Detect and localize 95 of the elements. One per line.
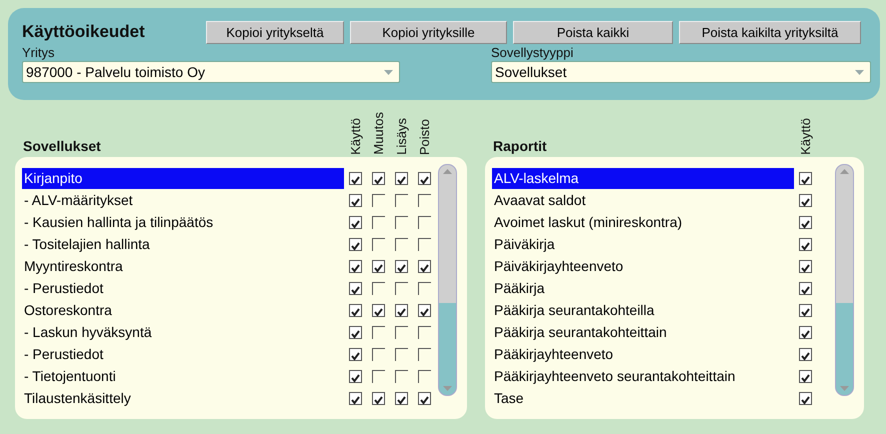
checkbox[interactable] (349, 216, 362, 228)
checkbox[interactable] (372, 282, 385, 294)
checkbox[interactable] (372, 326, 385, 338)
checkbox[interactable] (799, 194, 812, 206)
checkbox[interactable] (418, 392, 431, 404)
checkbox[interactable] (349, 348, 362, 360)
checkbox[interactable] (372, 304, 385, 316)
checkbox[interactable] (372, 370, 385, 382)
checkbox[interactable] (799, 172, 812, 184)
checkbox[interactable] (395, 216, 408, 228)
list-item[interactable]: - Laskun hyväksyntä (22, 322, 344, 342)
list-item[interactable]: - Kausien hallinta ja tilinpäätös (22, 212, 344, 232)
list-item[interactable]: Kirjanpito (22, 168, 344, 188)
checkbox[interactable] (372, 172, 385, 184)
checkbox[interactable] (349, 370, 362, 382)
checkbox[interactable] (418, 370, 431, 382)
list-item[interactable]: ALV-laskelma (492, 168, 794, 188)
checkbox[interactable] (395, 282, 408, 294)
checkbox[interactable] (395, 172, 408, 184)
checkbox[interactable] (799, 282, 812, 294)
checkbox[interactable] (395, 370, 408, 382)
checkbox[interactable] (799, 326, 812, 338)
caret-icon (384, 70, 393, 74)
column-header: Lisäys (394, 118, 409, 155)
list-item[interactable]: Tilaustenkäsittely (22, 388, 344, 408)
caret-icon (855, 70, 864, 74)
checkbox[interactable] (418, 282, 431, 294)
column-header: Käyttö (348, 118, 363, 155)
checkbox[interactable] (418, 172, 431, 184)
list-item[interactable]: Pääkirjayhteenveto seurantakohteittain (492, 366, 794, 386)
action-button[interactable]: Kopioi yrityksille (350, 20, 507, 44)
list-item[interactable]: Päiväkirja (492, 234, 794, 254)
checkbox[interactable] (349, 172, 362, 184)
section-title: Sovellukset (22, 138, 102, 155)
checkbox[interactable] (418, 348, 431, 360)
column-header: Muutos (371, 112, 386, 155)
checkbox[interactable] (372, 194, 385, 206)
window-title: Käyttöoikeudet (22, 22, 146, 42)
list-item[interactable]: Ostoreskontra (22, 300, 344, 320)
dropdown-field[interactable]: Sovellukset (491, 61, 871, 83)
checkbox[interactable] (799, 304, 812, 316)
list-item[interactable]: Päiväkirjayhteenveto (492, 256, 794, 276)
checkbox[interactable] (799, 392, 812, 404)
list-item[interactable]: Avaavat saldot (492, 190, 794, 210)
list-item[interactable]: Pääkirja seurantakohteilla (492, 300, 794, 320)
checkbox[interactable] (372, 238, 385, 250)
field-label: Sovellystyyppi (491, 45, 574, 61)
field-label: Yritys (22, 45, 56, 61)
checkbox[interactable] (349, 326, 362, 338)
list-item[interactable]: Pääkirjayhteenveto (492, 344, 794, 364)
checkbox[interactable] (372, 392, 385, 404)
section-title: Raportit (492, 138, 548, 155)
checkbox[interactable] (418, 260, 431, 272)
checkbox[interactable] (349, 282, 362, 294)
checkbox[interactable] (349, 260, 362, 272)
action-button[interactable]: Poista kaikki (513, 20, 673, 44)
checkbox[interactable] (372, 216, 385, 228)
checkbox[interactable] (418, 194, 431, 206)
checkbox[interactable] (418, 238, 431, 250)
checkbox[interactable] (395, 194, 408, 206)
checkbox[interactable] (372, 260, 385, 272)
checkbox[interactable] (395, 392, 408, 404)
checkbox[interactable] (349, 194, 362, 206)
list-item[interactable]: Avoimet laskut (minireskontra) (492, 212, 794, 232)
list-item[interactable]: Pääkirja seurantakohteittain (492, 322, 794, 342)
list-item[interactable]: Tase (492, 388, 794, 408)
list-item[interactable]: - Perustiedot (22, 278, 344, 298)
checkbox[interactable] (418, 326, 431, 338)
list-item[interactable]: Pääkirja (492, 278, 794, 298)
list-item[interactable]: Myyntireskontra (22, 256, 344, 276)
dropdown-field[interactable]: 987000 - Palvelu toimisto Oy (22, 61, 400, 83)
checkbox[interactable] (395, 238, 408, 250)
list-item[interactable]: - Tositelajien hallinta (22, 234, 344, 254)
checkbox[interactable] (349, 392, 362, 404)
checkbox[interactable] (395, 348, 408, 360)
column-header: Poisto (417, 118, 432, 155)
checkbox[interactable] (395, 304, 408, 316)
checkbox[interactable] (349, 304, 362, 316)
checkbox[interactable] (799, 238, 812, 250)
checkbox[interactable] (799, 260, 812, 272)
checkbox[interactable] (349, 238, 362, 250)
column-header: Käyttö (798, 118, 813, 155)
list-item[interactable]: - ALV-määritykset (22, 190, 344, 210)
checkbox[interactable] (395, 260, 408, 272)
checkbox[interactable] (418, 216, 431, 228)
checkbox[interactable] (799, 348, 812, 360)
checkbox[interactable] (799, 370, 812, 382)
checkbox[interactable] (799, 216, 812, 228)
checkbox[interactable] (418, 304, 431, 316)
checkbox[interactable] (372, 348, 385, 360)
list-item[interactable]: - Perustiedot (22, 344, 344, 364)
checkbox[interactable] (395, 326, 408, 338)
action-button[interactable]: Kopioi yritykseltä (206, 20, 344, 44)
action-button[interactable]: Poista kaikilta yrityksiltä (679, 20, 861, 44)
list-item[interactable]: - Tietojentuonti (22, 366, 344, 386)
